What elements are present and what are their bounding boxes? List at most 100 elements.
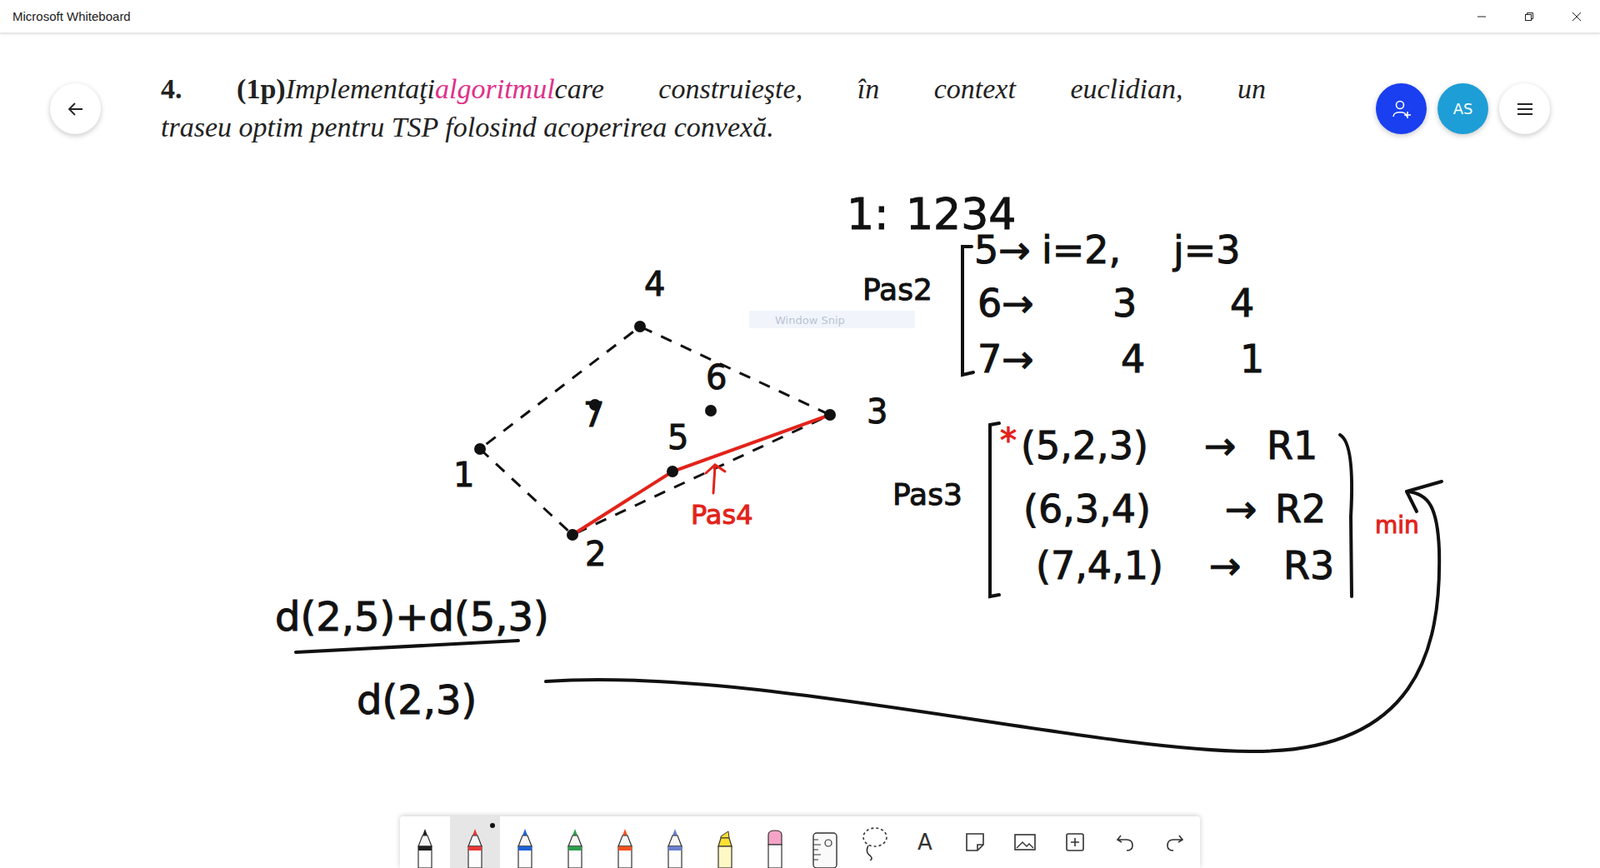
route-line: [572, 415, 830, 535]
problem-text: traseu optim pentru TSP folosind acoperi…: [160, 111, 775, 143]
eraser-icon: [764, 828, 786, 868]
pen-icon: [564, 828, 586, 868]
step2-j: 4: [1230, 280, 1255, 326]
person-add-icon: [1390, 98, 1413, 120]
tool-button[interactable]: [600, 816, 650, 868]
point-label: 3: [866, 392, 888, 431]
window-title: Microsoft Whiteboard: [0, 9, 131, 24]
tool-button[interactable]: [800, 816, 850, 868]
close-icon: [1571, 11, 1582, 22]
pen-icon: [414, 828, 436, 868]
pen-icon: [514, 828, 536, 868]
undo-icon: [1114, 831, 1136, 854]
close-button[interactable]: [1552, 0, 1600, 33]
tool-button[interactable]: [1150, 816, 1200, 868]
problem-text: care construieşte, în context euclidian,…: [555, 73, 1266, 105]
point-label: 1: [453, 455, 475, 495]
selected-dot: [490, 823, 495, 829]
step2-label: Pas2: [862, 272, 933, 307]
tool-button[interactable]: [400, 816, 450, 868]
curved-arrow: [545, 491, 1440, 752]
step3-result: R1: [1266, 423, 1318, 469]
problem-number: 4.: [160, 73, 183, 105]
ink-canvas[interactable]: Window Snip1234567Pas41:1234Pas25→i=2,j=…: [0, 33, 1600, 868]
back-button[interactable]: [50, 83, 101, 135]
point-label: 4: [644, 265, 665, 304]
tool-button[interactable]: [1100, 816, 1150, 868]
header-actions: AS: [1375, 83, 1550, 135]
problem-line: traseu optim pentru TSP folosind acoperi…: [160, 108, 1266, 147]
pen-icon: [614, 828, 636, 868]
tool-button[interactable]: [650, 816, 700, 868]
step3-result: R2: [1275, 486, 1326, 532]
step2-j: 1: [1240, 336, 1265, 382]
step3-arrow: →: [1204, 423, 1237, 469]
point-dot: [566, 529, 579, 541]
tool-button[interactable]: [750, 816, 800, 868]
problem-text: Implementaţi: [285, 73, 435, 105]
problem-text: algoritmul: [435, 73, 555, 105]
account-avatar[interactable]: AS: [1437, 83, 1489, 135]
step1-label: 1:: [846, 189, 890, 240]
step3-triple: (6,3,4): [1023, 486, 1151, 532]
minimize-button[interactable]: [1457, 0, 1505, 33]
step3-result: R3: [1283, 543, 1335, 589]
tool-button[interactable]: [500, 816, 550, 868]
watermark: Window Snip: [749, 310, 915, 329]
tool-button[interactable]: [950, 816, 1000, 868]
redo-icon: [1164, 831, 1186, 854]
pen-icon: [464, 828, 486, 868]
note-icon: [964, 831, 986, 854]
minimize-icon: [1476, 11, 1487, 22]
step2-point: 5→: [974, 227, 1031, 273]
step3-arrow: →: [1225, 486, 1258, 532]
fraction-line: [295, 640, 519, 653]
tool-button[interactable]: [450, 816, 500, 868]
menu-button[interactable]: [1499, 83, 1550, 135]
back-arrow-icon: [65, 99, 86, 120]
problem-line: 4. (1p)Implementaţialgoritmulcare constr…: [160, 70, 1266, 109]
step2-i: 3: [1112, 280, 1137, 326]
selected-marker: *: [1000, 421, 1017, 460]
step2-point: 6→: [977, 280, 1035, 326]
restore-button[interactable]: [1505, 0, 1553, 33]
point-dot: [666, 465, 679, 478]
ratio-numerator: d(2,5)+d(5,3): [275, 593, 550, 640]
tool-button[interactable]: A: [900, 816, 950, 868]
whiteboard-window: Microsoft Whiteboard Window Snip1234567P…: [0, 0, 1600, 868]
insert-icon: [1064, 831, 1086, 854]
ratio-denominator: d(2,3): [356, 676, 477, 724]
tool-button[interactable]: [550, 816, 600, 868]
board-area: Window Snip1234567Pas41:1234Pas25→i=2,j=…: [0, 33, 1600, 868]
min-label: min: [1375, 511, 1420, 540]
step3-right-bracket: [1340, 435, 1352, 597]
step3-triple: (7,4,1): [1035, 543, 1164, 589]
pen-icon: [664, 828, 686, 868]
problem-points: (1p): [236, 73, 286, 105]
point-dot: [824, 409, 836, 421]
point-label: 6: [705, 358, 727, 397]
pointer-arrow-icon: [705, 465, 725, 494]
restore-icon: [1524, 11, 1535, 22]
tool-button[interactable]: [700, 816, 750, 868]
step3-arrow: →: [1209, 543, 1242, 589]
point-dot: [474, 443, 486, 455]
step2-point: 7→: [977, 336, 1035, 382]
step2-i: i=2,: [1041, 227, 1121, 273]
hamburger-icon: [1515, 101, 1535, 117]
tool-button[interactable]: [850, 816, 900, 868]
ruler-icon: [810, 828, 840, 868]
window-controls: [1457, 0, 1600, 33]
tool-button[interactable]: [1050, 816, 1100, 868]
tool-button[interactable]: [1000, 816, 1050, 868]
point-label: 7: [583, 395, 605, 435]
watermark-text: Window Snip: [775, 314, 845, 327]
convex-hull: [480, 326, 830, 535]
point-label: 5: [667, 418, 689, 457]
arrowhead-icon: [1406, 481, 1442, 512]
step2-j: j=3: [1172, 227, 1241, 273]
step3-left-bracket: [990, 423, 1000, 597]
text-tool-label: A: [917, 830, 933, 855]
invite-button[interactable]: [1375, 83, 1427, 135]
image-icon: [1013, 832, 1037, 853]
